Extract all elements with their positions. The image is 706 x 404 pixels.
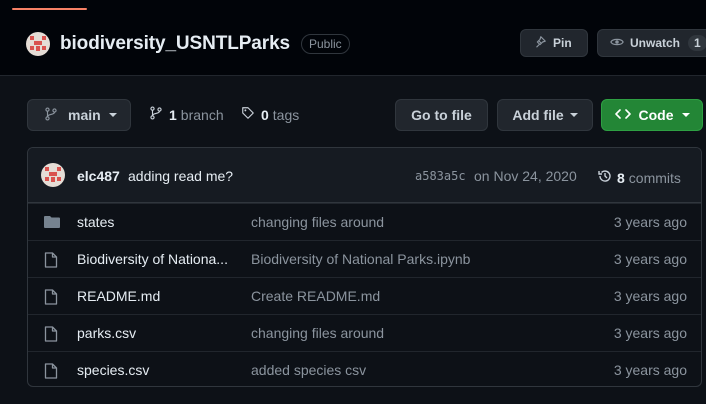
avatar[interactable] bbox=[41, 163, 65, 187]
file-commit-message[interactable]: added species csv bbox=[251, 362, 366, 378]
repo-name-link[interactable]: biodiversity_USNTLParks bbox=[60, 33, 290, 55]
file-row[interactable]: species.csv added species csv 3 years ag… bbox=[28, 351, 701, 386]
tag-word: tags bbox=[272, 106, 300, 123]
chevron-down-icon bbox=[681, 113, 690, 117]
branch-count: 1 bbox=[169, 106, 177, 123]
file-commit-message[interactable]: Biodiversity of National Parks.ipynb bbox=[251, 251, 470, 267]
go-to-file-button[interactable]: Go to file bbox=[395, 99, 488, 131]
file-icon bbox=[44, 363, 58, 382]
commit-author-link[interactable]: elc487 bbox=[77, 168, 120, 184]
commit-message-link[interactable]: adding read me? bbox=[128, 168, 233, 184]
file-browser: elc487 adding read me? a583a5c on Nov 24… bbox=[27, 147, 702, 387]
latest-commit-bar: elc487 adding read me? a583a5c on Nov 24… bbox=[28, 148, 701, 203]
file-name-link[interactable]: Biodiversity of Nationa... bbox=[77, 251, 237, 267]
file-icon bbox=[44, 326, 58, 345]
tags-link[interactable]: 0 tags bbox=[241, 106, 299, 123]
branch-selector-button[interactable]: main bbox=[27, 99, 131, 131]
folder-icon bbox=[44, 215, 60, 232]
git-branch-icon bbox=[44, 106, 58, 124]
file-name-link[interactable]: parks.csv bbox=[77, 325, 237, 341]
history-icon bbox=[597, 168, 613, 187]
eye-icon bbox=[610, 35, 624, 52]
code-icon bbox=[614, 107, 631, 124]
code-button[interactable]: Code bbox=[601, 99, 703, 131]
file-commit-message[interactable]: Create README.md bbox=[251, 288, 380, 304]
commit-word: commits bbox=[628, 169, 681, 186]
chevron-down-icon bbox=[569, 113, 578, 117]
file-name-link[interactable]: README.md bbox=[77, 288, 237, 304]
visibility-badge: Public bbox=[301, 34, 350, 54]
add-file-button[interactable]: Add file bbox=[497, 99, 593, 131]
file-age: 3 years ago bbox=[613, 325, 687, 341]
branch-name: main bbox=[68, 107, 101, 123]
file-name-link[interactable]: states bbox=[77, 214, 237, 230]
branches-link[interactable]: 1 branch bbox=[149, 106, 224, 123]
file-age: 3 years ago bbox=[613, 288, 687, 304]
file-age: 3 years ago bbox=[613, 214, 687, 230]
file-icon bbox=[44, 289, 58, 308]
code-label: Code bbox=[638, 107, 674, 123]
file-commit-message[interactable]: changing files around bbox=[251, 214, 384, 230]
unwatch-label: Unwatch bbox=[630, 36, 681, 50]
file-row[interactable]: states changing files around 3 years ago bbox=[28, 203, 701, 240]
unwatch-button[interactable]: Unwatch 1 bbox=[597, 29, 706, 57]
file-age: 3 years ago bbox=[613, 362, 687, 378]
commit-sha-link[interactable]: a583a5c bbox=[415, 169, 466, 183]
commit-count: 8 bbox=[617, 169, 625, 186]
file-row[interactable]: parks.csv changing files around 3 years … bbox=[28, 314, 701, 351]
file-commit-message[interactable]: changing files around bbox=[251, 325, 384, 341]
commit-date: on Nov 24, 2020 bbox=[474, 168, 577, 184]
file-icon bbox=[44, 252, 58, 271]
active-tab-indicator bbox=[12, 8, 87, 10]
tag-icon bbox=[241, 106, 255, 123]
repo-owner-avatar[interactable] bbox=[26, 32, 50, 56]
commits-history-link[interactable]: 8 commits bbox=[597, 168, 681, 187]
file-row[interactable]: Biodiversity of Nationa... Biodiversity … bbox=[28, 240, 701, 277]
git-branch-icon bbox=[149, 106, 163, 123]
watchers-count: 1 bbox=[688, 35, 706, 51]
branch-word: branch bbox=[180, 106, 224, 123]
pin-icon bbox=[533, 35, 547, 52]
file-row[interactable]: README.md Create README.md 3 years ago bbox=[28, 277, 701, 314]
file-age: 3 years ago bbox=[613, 251, 687, 267]
pin-button[interactable]: Pin bbox=[520, 29, 588, 57]
tag-count: 0 bbox=[261, 106, 269, 123]
add-file-label: Add file bbox=[512, 107, 564, 123]
repo-header: biodiversity_USNTLParks Public Pin Unwat… bbox=[0, 0, 706, 76]
chevron-down-icon bbox=[108, 113, 117, 117]
pin-label: Pin bbox=[553, 36, 572, 50]
file-name-link[interactable]: species.csv bbox=[77, 362, 237, 378]
